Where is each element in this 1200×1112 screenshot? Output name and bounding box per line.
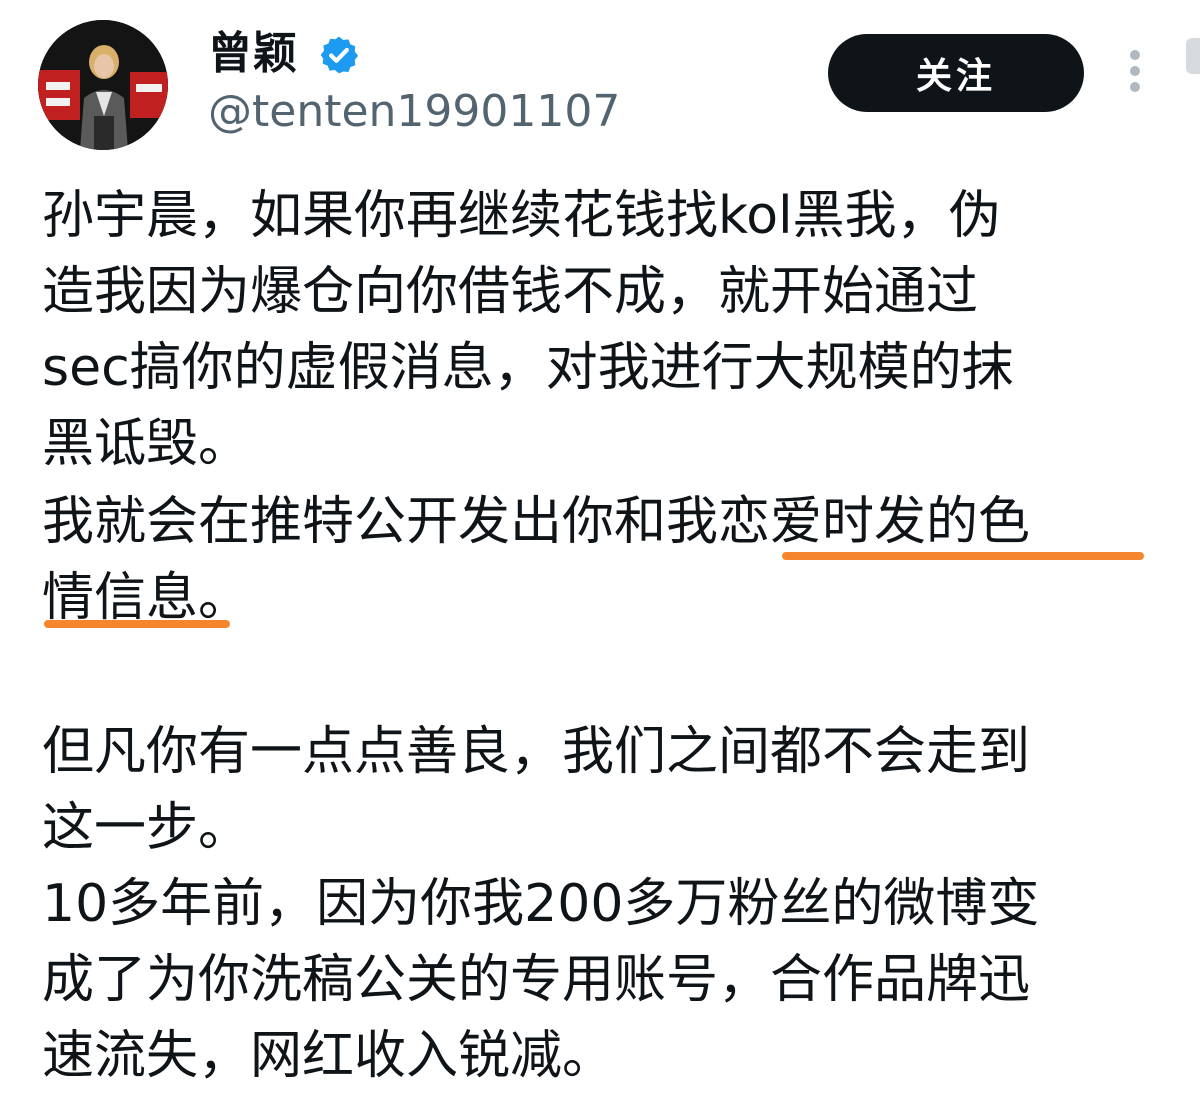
tweet-line: 黑诋毁。 (42, 414, 251, 474)
tweet-line: 这一步。 (42, 798, 251, 858)
profile-photo-icon (38, 20, 168, 150)
tweet-line: 10多年前，因为你我200多万粉丝的微博变 (42, 874, 1040, 934)
verified-badge-icon (320, 36, 359, 74)
tweet-line: 孙宇晨，如果你再继续花钱找kol黑我，伪 (42, 186, 1001, 246)
tweet-line: 速流失，网红收入锐减。 (42, 1026, 615, 1086)
tweet-header: 曾颖 @tenten19901107 关注 (0, 0, 1200, 160)
highlight-underline (44, 620, 230, 628)
handle[interactable]: @tenten19901107 (208, 86, 620, 138)
follow-button[interactable]: 关注 (828, 34, 1084, 112)
more-vertical-icon[interactable] (1122, 50, 1148, 96)
tweet-line: 成了为你洗稿公关的专用账号，合作品牌迅 (42, 950, 1031, 1010)
display-name[interactable]: 曾颖 (208, 28, 298, 80)
tweet-line: sec搞你的虚假消息，对我进行大规模的抹 (42, 338, 1014, 398)
tweet-line: 我就会在推特公开发出你和我恋爱时发的色 (42, 492, 1031, 552)
tweet-line: 但凡你有一点点善良，我们之间都不会走到 (42, 722, 1031, 782)
avatar[interactable] (38, 20, 168, 150)
highlight-underline (782, 552, 1144, 560)
tweet-line: 造我因为爆仓向你借钱不成，就开始通过 (42, 262, 979, 322)
adjacent-panel-edge (1186, 38, 1200, 74)
